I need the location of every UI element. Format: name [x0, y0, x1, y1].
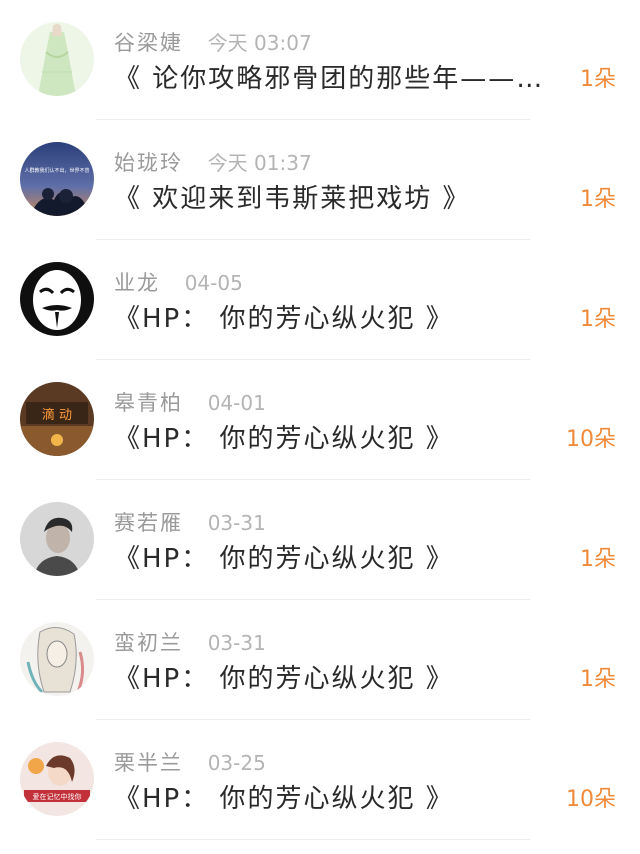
girl-in-green-dress-icon	[20, 22, 94, 96]
list-item[interactable]: 谷梁婕 今天 03:07 《 论你攻略邪骨团的那些年——… 1朵	[0, 0, 640, 120]
flower-count: 1朵	[580, 307, 616, 332]
user-name[interactable]: 皋青柏	[114, 391, 183, 415]
user-name[interactable]: 始珑玲	[114, 151, 183, 175]
list-item[interactable]: 爱在记忆中找你 栗半兰 03-25 《HP： 你的芳心纵火犯 》 10朵	[0, 720, 640, 840]
book-title[interactable]: 《HP： 你的芳心纵火犯 》	[114, 782, 564, 816]
masked-face-icon	[20, 262, 94, 336]
avatar[interactable]	[20, 22, 94, 96]
avatar[interactable]: 滴 动	[20, 382, 94, 456]
book-title[interactable]: 《 论你攻略邪骨团的那些年——…	[114, 62, 564, 96]
book-title[interactable]: 《HP： 你的芳心纵火犯 》	[114, 422, 564, 456]
list-item[interactable]: 赛若雁 03-31 《HP： 你的芳心纵火犯 》 1朵	[0, 480, 640, 600]
timestamp: 03-31	[207, 511, 266, 535]
timestamp: 今天 01:37	[207, 151, 312, 175]
list-item[interactable]: 滴 动 皋青柏 04-01 《HP： 你的芳心纵火犯 》 10朵	[0, 360, 640, 480]
list-item[interactable]: 人群教我们认不出，世界不曾 始珑玲 今天 01:37 《 欢迎来到韦斯莱把戏坊 …	[0, 120, 640, 240]
user-name[interactable]: 谷梁婕	[114, 31, 183, 55]
avatar[interactable]: 爱在记忆中找你	[20, 742, 94, 816]
avatar-caption: 爱在记忆中找你	[33, 792, 82, 801]
night-sky-tree-icon: 人群教我们认不出，世界不曾	[20, 142, 94, 216]
flower-count: 1朵	[580, 67, 616, 92]
book-title[interactable]: 《HP： 你的芳心纵火犯 》	[114, 662, 564, 696]
item-meta: 赛若雁 03-31	[114, 508, 266, 538]
book-title[interactable]: 《HP： 你的芳心纵火犯 》	[114, 302, 564, 336]
flower-count: 1朵	[580, 187, 616, 212]
item-meta: 蛮初兰 03-31	[114, 628, 266, 658]
timestamp: 04-01	[207, 391, 266, 415]
item-meta: 谷梁婕 今天 03:07	[114, 28, 312, 58]
timestamp: 今天 03:07	[207, 31, 312, 55]
timestamp: 04-05	[184, 271, 243, 295]
avatar-caption: 滴 动	[42, 407, 72, 423]
gift-record-list: 谷梁婕 今天 03:07 《 论你攻略邪骨团的那些年——… 1朵 人群教我们认不…	[0, 0, 640, 854]
item-meta: 栗半兰 03-25	[114, 748, 266, 778]
avatar[interactable]: 人群教我们认不出，世界不曾	[20, 142, 94, 216]
timestamp: 03-25	[207, 751, 266, 775]
girl-with-banner-icon: 爱在记忆中找你	[20, 742, 94, 816]
item-meta: 始珑玲 今天 01:37	[114, 148, 312, 178]
user-name[interactable]: 栗半兰	[114, 751, 183, 775]
divider	[96, 839, 530, 840]
list-item[interactable]: 蛮初兰 03-31 《HP： 你的芳心纵火犯 》 1朵	[0, 600, 640, 720]
avatar[interactable]	[20, 622, 94, 696]
list-item[interactable]: 业龙 04-05 《HP： 你的芳心纵火犯 》 1朵	[0, 240, 640, 360]
neon-room-icon: 滴 动	[20, 382, 94, 456]
young-man-portrait-icon	[20, 502, 94, 576]
avatar[interactable]	[20, 502, 94, 576]
flower-count: 10朵	[566, 427, 616, 452]
sketch-girl-icon	[20, 622, 94, 696]
user-name[interactable]: 蛮初兰	[114, 631, 183, 655]
item-meta: 皋青柏 04-01	[114, 388, 266, 418]
avatar[interactable]	[20, 262, 94, 336]
user-name[interactable]: 赛若雁	[114, 511, 183, 535]
avatar-caption: 人群教我们认不出，世界不曾	[24, 167, 89, 174]
timestamp: 03-31	[207, 631, 266, 655]
item-meta: 业龙 04-05	[114, 268, 243, 298]
user-name[interactable]: 业龙	[114, 271, 160, 295]
book-title[interactable]: 《 欢迎来到韦斯莱把戏坊 》	[114, 182, 564, 216]
flower-count: 1朵	[580, 547, 616, 572]
book-title[interactable]: 《HP： 你的芳心纵火犯 》	[114, 542, 564, 576]
flower-count: 1朵	[580, 667, 616, 692]
flower-count: 10朵	[566, 787, 616, 812]
